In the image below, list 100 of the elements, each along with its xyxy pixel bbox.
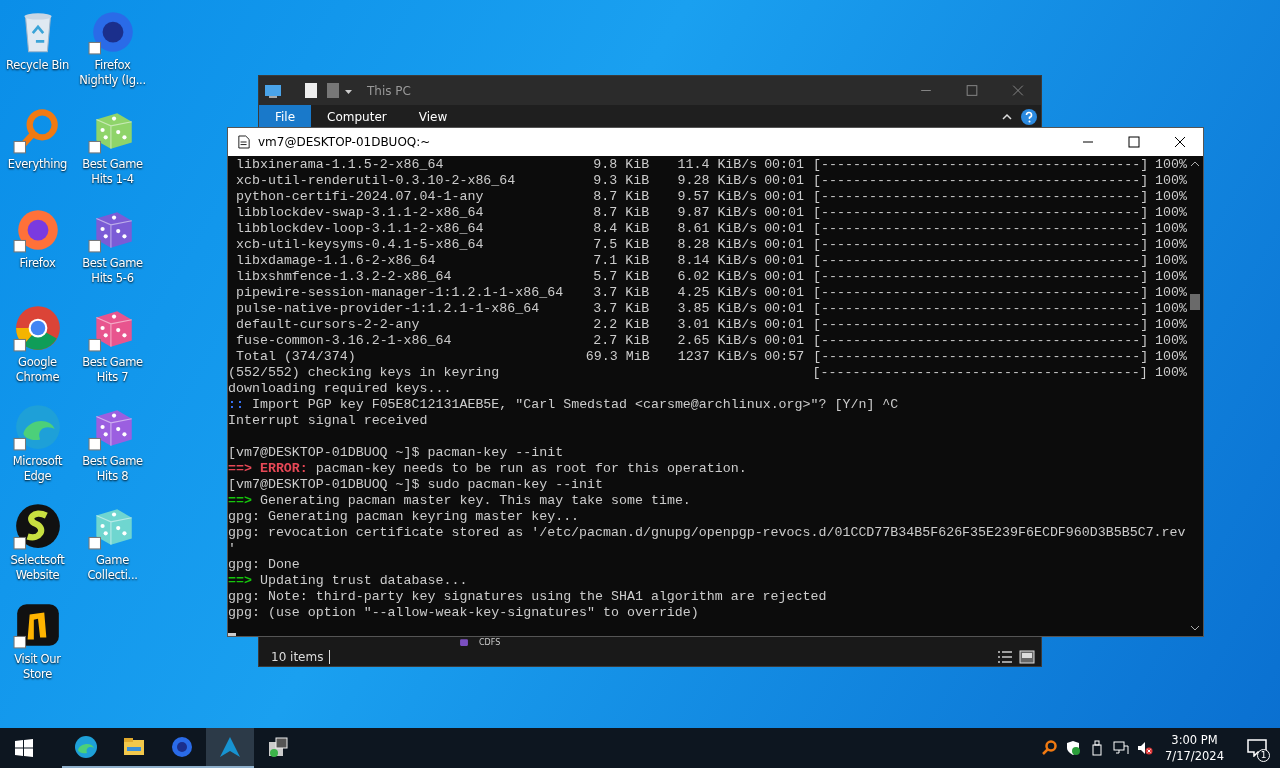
shield-icon[interactable] <box>1065 740 1082 756</box>
download-rate: 2.65 KiB/s <box>676 333 758 349</box>
line-marker: :: <box>228 397 244 412</box>
progress-text: [----------------------------------------] <box>813 205 1148 221</box>
windows-start-icon[interactable] <box>15 739 33 757</box>
download-rate: 9.87 KiB/s <box>676 205 758 221</box>
download-rate: 6.02 KiB/s <box>676 269 758 285</box>
icon-label[interactable]: Game Collecti... <box>75 553 150 583</box>
notification-badge: 1 <box>1257 749 1270 762</box>
download-rate: 9.28 KiB/s <box>676 173 758 189</box>
ribbon-tab[interactable]: Computer <box>311 105 403 128</box>
network-icon[interactable] <box>1113 740 1130 756</box>
package-name: Total (374/374) <box>236 349 357 365</box>
terminal-line: gpg: Done <box>228 557 300 572</box>
package-name: pulse-native-provider-1:1.2.1-1-x86_64 <box>236 301 541 317</box>
progress-percent: 100% <box>1154 189 1187 205</box>
drive-label[interactable]: CDFS <box>479 637 501 647</box>
elapsed-time: 00:01 <box>763 301 806 317</box>
search-icon[interactable] <box>1041 740 1058 756</box>
terminal-line: gpg: Note: third-party key signatures using the SHA1 algorithm are rejected <box>228 589 827 604</box>
progress-text: [----------------------------------------] <box>813 301 1148 317</box>
package-name: fuse-common-3.16.2-1-x86_64 <box>236 333 453 349</box>
package-name: libxinerama-1.1.5-2-x86_64 <box>236 157 445 173</box>
ribbon-tab[interactable]: File <box>259 105 312 128</box>
download-size: 2.7 KiB <box>592 333 650 349</box>
icon-label[interactable]: Best Game Hits 1-4 <box>75 157 150 187</box>
notification-icon[interactable] <box>1247 739 1267 757</box>
item-count: 10 items <box>271 649 331 664</box>
terminal-line: gpg: (use option "--allow-weak-key-signatures" to override) <box>228 605 699 620</box>
help-icon[interactable] <box>1021 108 1037 125</box>
terminal-line: ' <box>228 541 236 556</box>
package-name: xcb-util-keysyms-0.4.1-5-x86_64 <box>236 237 485 253</box>
window-title: This PC <box>367 83 411 98</box>
progress-percent: 100% <box>1154 173 1187 189</box>
download-size: 3.7 KiB <box>592 285 650 301</box>
terminal-line: gpg: revocation certificate stored as '/etc/pacman.d/gnupg/openpgp-revocs.d/01CCD77B34B5F626F35E239F6ECDF960D3B5B5C7.rev <box>228 525 1186 540</box>
clock-time[interactable]: 3:00 PM <box>1171 732 1218 748</box>
package-name: libxdamage-1.1.6-2-x86_64 <box>236 253 437 269</box>
terminal-line: [vm7@DESKTOP-01DBUOQ ~]$ sudo pacman-key --init <box>228 477 604 492</box>
wave-icon <box>74 735 98 759</box>
icon-label[interactable]: Best Game Hits 5-6 <box>75 256 150 286</box>
scroll-up-icon[interactable] <box>1190 160 1200 168</box>
download-size: 9.3 KiB <box>592 173 650 189</box>
package-name: libblockdev-loop-3.1.1-2-x86_64 <box>236 221 485 237</box>
details-view-icon[interactable] <box>997 649 1013 664</box>
download-size: 2.2 KiB <box>592 317 650 333</box>
progress-text: [----------------------------------------] <box>813 173 1148 189</box>
icon-label[interactable]: Microsoft Edge <box>0 454 75 484</box>
line-marker: ==> <box>228 573 252 588</box>
icon-label[interactable]: Firefox <box>19 256 56 271</box>
download-size: 8.7 KiB <box>592 205 650 221</box>
progress-text: [----------------------------------------] <box>813 189 1148 205</box>
elapsed-time: 00:01 <box>763 285 806 301</box>
volume-muted-icon[interactable] <box>1137 740 1154 756</box>
progress-percent: 100% <box>1154 301 1187 317</box>
icon-label[interactable]: Firefox Nightly (Ig... <box>75 58 150 88</box>
icon-label[interactable]: Selectsoft Website <box>0 553 75 583</box>
package-name: python-certifi-2024.07.04-1-any <box>236 189 485 205</box>
triangle-logo-icon <box>218 735 242 759</box>
progress-text: [----------------------------------------] <box>813 237 1148 253</box>
scroll-thumb[interactable] <box>1190 294 1200 310</box>
app-icon[interactable] <box>12 501 63 551</box>
large-icons-view-icon[interactable] <box>1019 649 1035 664</box>
download-rate: 8.14 KiB/s <box>676 253 758 269</box>
progress-percent: 100% <box>1154 157 1187 173</box>
elapsed-time: 00:01 <box>763 269 806 285</box>
progress-text: [----------------------------------------] <box>812 365 1147 381</box>
progress-percent: 100% <box>1154 253 1187 269</box>
terminal-line: Updating trust database... <box>259 573 468 588</box>
quick-access-toolbar-icon[interactable] <box>265 82 353 99</box>
icon-label[interactable]: Best Game Hits 8 <box>75 454 150 484</box>
download-size: 7.1 KiB <box>592 253 650 269</box>
download-size: 69.3 MiB <box>585 349 650 365</box>
icon-label[interactable]: Visit Our Store <box>0 652 75 682</box>
progress-text: [----------------------------------------] <box>813 269 1148 285</box>
elapsed-time: 00:01 <box>763 189 806 205</box>
scroll-down-icon[interactable] <box>1190 624 1200 632</box>
terminal-line: downloading required keys... <box>228 381 452 396</box>
progress-text: [----------------------------------------] <box>813 349 1148 365</box>
download-rate: 8.28 KiB/s <box>676 237 758 253</box>
icon-label[interactable]: Recycle Bin <box>6 58 69 73</box>
icon-label[interactable]: Everything <box>7 157 68 172</box>
elapsed-time: 00:01 <box>763 173 806 189</box>
download-rate: 3.85 KiB/s <box>676 301 758 317</box>
download-size: 8.4 KiB <box>592 221 650 237</box>
progress-percent: 100% <box>1154 237 1187 253</box>
progress-text: [----------------------------------------] <box>813 317 1148 333</box>
taskbar-app-button[interactable] <box>206 728 254 768</box>
progress-text: [----------------------------------------] <box>813 221 1148 237</box>
package-name: xcb-util-renderutil-0.3.10-2-x86_64 <box>236 173 517 189</box>
disc-drive-icon[interactable] <box>459 637 469 647</box>
clock-date[interactable]: 7/17/2024 <box>1165 748 1224 764</box>
ribbon-tab[interactable]: View <box>402 105 464 128</box>
icon-label[interactable]: Best Game Hits 7 <box>75 355 150 385</box>
progress-percent: 100% <box>1154 285 1187 301</box>
text-cursor <box>228 633 236 636</box>
icon-label[interactable]: Google Chrome <box>0 355 75 385</box>
elapsed-time: 00:01 <box>763 317 806 333</box>
download-rate: 9.57 KiB/s <box>676 189 758 205</box>
document-icon <box>238 135 250 149</box>
